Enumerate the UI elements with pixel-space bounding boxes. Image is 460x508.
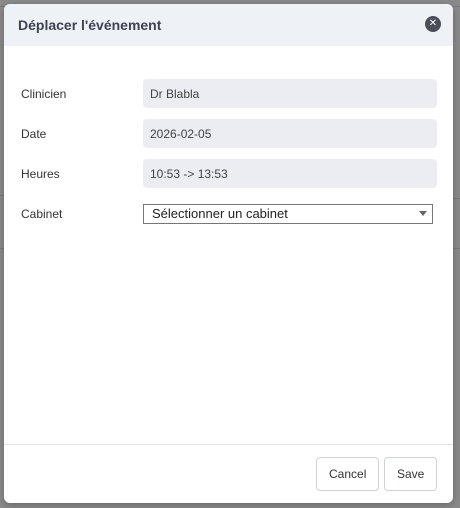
move-event-dialog: Déplacer l'événement ✕ Clinicien Dr Blab… bbox=[4, 4, 453, 503]
cabinet-row: Cabinet Sélectionner un cabinet bbox=[21, 199, 437, 228]
hours-field: 10:53 -> 13:53 bbox=[143, 159, 437, 188]
date-field: 2026-02-05 bbox=[143, 119, 437, 148]
dialog-footer: Cancel Save bbox=[4, 444, 453, 503]
clinician-field: Dr Blabla bbox=[143, 79, 437, 108]
clinician-label: Clinicien bbox=[21, 86, 67, 101]
cabinet-label: Cabinet bbox=[21, 206, 63, 221]
backdrop-divider bbox=[452, 198, 460, 199]
date-row: Date 2026-02-05 bbox=[21, 119, 437, 148]
clinician-row: Clinicien Dr Blabla bbox=[21, 79, 437, 108]
cabinet-select[interactable]: Sélectionner un cabinet bbox=[143, 203, 433, 224]
dialog-header: Déplacer l'événement ✕ bbox=[4, 4, 453, 46]
cancel-button[interactable]: Cancel bbox=[316, 457, 379, 491]
date-label: Date bbox=[21, 126, 47, 141]
hours-label: Heures bbox=[21, 166, 60, 181]
hours-row: Heures 10:53 -> 13:53 bbox=[21, 159, 437, 188]
dialog-title: Déplacer l'événement bbox=[18, 17, 162, 33]
chevron-down-icon bbox=[419, 210, 427, 216]
cabinet-select-value: Sélectionner un cabinet bbox=[152, 206, 288, 221]
close-icon[interactable]: ✕ bbox=[425, 16, 441, 32]
save-button[interactable]: Save bbox=[384, 457, 437, 491]
dialog-body: Clinicien Dr Blabla Date 2026-02-05 Heur… bbox=[4, 46, 453, 228]
